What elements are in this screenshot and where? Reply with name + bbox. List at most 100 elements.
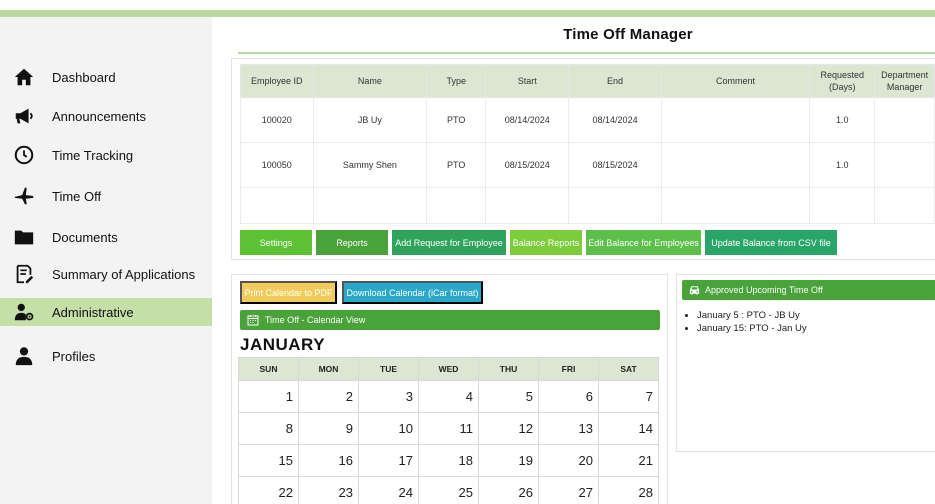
cell-start: 08/15/2024 <box>485 142 570 188</box>
sidebar-item-documents[interactable]: Documents <box>0 223 212 251</box>
time-off-requests-panel: Employee ID Name Type Start End Comment … <box>231 58 935 260</box>
calendar-day[interactable]: 14 <box>598 412 659 445</box>
calendar-day[interactable]: 16 <box>298 444 359 477</box>
cell-name: Sammy Shen <box>312 142 428 188</box>
sidebar-item-time-tracking[interactable]: Time Tracking <box>0 141 212 169</box>
top-accent-bar <box>0 10 935 17</box>
calendar-day[interactable]: 25 <box>418 476 479 504</box>
calendar-day[interactable]: 8 <box>238 412 299 445</box>
cell-end: 08/14/2024 <box>568 97 662 143</box>
cell-comment <box>660 142 811 188</box>
calendar-day[interactable]: 1 <box>238 380 299 413</box>
folder-icon <box>12 225 36 249</box>
calendar-view-title: Time Off - Calendar View <box>265 315 366 325</box>
balance-reports-button[interactable]: Balance Reports <box>510 230 582 255</box>
settings-button[interactable]: Settings <box>240 230 312 255</box>
calendar-day[interactable]: 22 <box>238 476 299 504</box>
sidebar: Dashboard Announcements Time Tracking Ti… <box>0 17 212 504</box>
calendar-week: 15 16 17 18 19 20 21 <box>238 444 659 477</box>
calendar-day[interactable]: 2 <box>298 380 359 413</box>
calendar-day[interactable]: 7 <box>598 380 659 413</box>
calendar-day[interactable]: 26 <box>478 476 539 504</box>
sidebar-item-label: Administrative <box>52 304 134 320</box>
calendar-view-header: Time Off - Calendar View <box>240 310 660 330</box>
calendar-day[interactable]: 15 <box>238 444 299 477</box>
clock-icon <box>12 143 36 167</box>
calendar-day[interactable]: 18 <box>418 444 479 477</box>
sidebar-item-dashboard[interactable]: Dashboard <box>0 63 212 91</box>
column-header: Comment <box>660 64 811 98</box>
cell-employee-id: 100020 <box>240 97 314 143</box>
page-header: Time Off Manager <box>238 17 935 54</box>
calendar-day[interactable]: 21 <box>598 444 659 477</box>
reports-button[interactable]: Reports <box>316 230 388 255</box>
table-row[interactable]: 100020 JB Uy PTO 08/14/2024 08/14/2024 1… <box>240 97 935 143</box>
add-request-button[interactable]: Add Request for Employee <box>392 230 506 255</box>
approved-upcoming-header: Approved Upcoming Time Off <box>682 280 935 300</box>
calendar-day[interactable]: 24 <box>358 476 419 504</box>
sidebar-item-profiles[interactable]: Profiles <box>0 342 212 370</box>
sidebar-item-label: Profiles <box>52 348 96 364</box>
download-calendar-button[interactable]: Download Calendar (iCar format) <box>342 281 483 304</box>
sidebar-item-time-off[interactable]: Time Off <box>0 182 212 210</box>
calendar-day[interactable]: 3 <box>358 380 419 413</box>
column-header: Start <box>485 64 570 98</box>
weekday-label: FRI <box>538 357 599 381</box>
calendar-day[interactable]: 13 <box>538 412 599 445</box>
sidebar-item-announcements[interactable]: Announcements <box>0 102 212 130</box>
weekday-header-row: SUN MON TUE WED THU FRI SAT <box>238 357 659 381</box>
requests-table: Employee ID Name Type Start End Comment … <box>240 64 935 224</box>
calendar-day[interactable]: 20 <box>538 444 599 477</box>
home-icon <box>12 65 36 89</box>
weekday-label: THU <box>478 357 539 381</box>
calendar-icon <box>247 315 259 326</box>
weekday-label: SAT <box>598 357 659 381</box>
table-header-row: Employee ID Name Type Start End Comment … <box>240 64 935 98</box>
approved-upcoming-list: January 5 : PTO - JB Uy January 15: PTO … <box>697 309 807 335</box>
admin-user-icon <box>12 300 36 324</box>
cell-end: 08/15/2024 <box>568 142 662 188</box>
column-header: Name <box>312 64 428 98</box>
calendar-day[interactable]: 27 <box>538 476 599 504</box>
calendar-day[interactable]: 4 <box>418 380 479 413</box>
weekday-label: WED <box>418 357 479 381</box>
approved-upcoming-panel: Approved Upcoming Time Off January 5 : P… <box>676 274 935 452</box>
column-header: End <box>568 64 662 98</box>
cell-comment <box>660 97 811 143</box>
calendar-day[interactable]: 6 <box>538 380 599 413</box>
page-title: Time Off Manager <box>563 26 693 43</box>
sidebar-item-label: Summary of Applications <box>52 266 196 282</box>
table-row-empty <box>240 187 935 224</box>
calendar-day[interactable]: 9 <box>298 412 359 445</box>
approved-upcoming-title: Approved Upcoming Time Off <box>705 285 823 295</box>
edit-balance-button[interactable]: Edit Balance for Employees <box>586 230 701 255</box>
calendar-day[interactable]: 28 <box>598 476 659 504</box>
calendar-day[interactable]: 23 <box>298 476 359 504</box>
cell-type: PTO <box>426 142 487 188</box>
calendar-day[interactable]: 10 <box>358 412 419 445</box>
cell-manager <box>874 142 935 188</box>
calendar-day[interactable]: 5 <box>478 380 539 413</box>
weekday-label: TUE <box>358 357 419 381</box>
print-calendar-button[interactable]: Print Calendar to PDF <box>240 281 337 304</box>
sidebar-item-label: Time Off <box>52 188 102 204</box>
calendar-day[interactable]: 17 <box>358 444 419 477</box>
calendar-day[interactable]: 12 <box>478 412 539 445</box>
user-icon <box>12 344 36 368</box>
title-divider <box>238 52 935 54</box>
calendar-week: 1 2 3 4 5 6 7 <box>238 380 659 413</box>
calendar-day[interactable]: 19 <box>478 444 539 477</box>
update-balance-csv-button[interactable]: Update Balance from CSV file <box>705 230 837 255</box>
calendar-day[interactable]: 11 <box>418 412 479 445</box>
calendar-week: 22 23 24 25 26 27 28 <box>238 476 659 504</box>
action-button-row: Settings Reports Add Request for Employe… <box>240 230 837 255</box>
table-row[interactable]: 100050 Sammy Shen PTO 08/15/2024 08/15/2… <box>240 142 935 188</box>
sidebar-item-label: Dashboard <box>52 69 116 85</box>
calendar-panel: Print Calendar to PDF Download Calendar … <box>231 274 668 504</box>
column-header: Department Manager <box>874 64 935 98</box>
cell-requested-days: 1.0 <box>809 142 876 188</box>
document-edit-icon <box>12 262 36 286</box>
sidebar-item-administrative[interactable]: Administrative <box>0 298 212 326</box>
cell-type: PTO <box>426 97 487 143</box>
sidebar-item-summary-of-applications[interactable]: Summary of Applications <box>0 260 212 288</box>
